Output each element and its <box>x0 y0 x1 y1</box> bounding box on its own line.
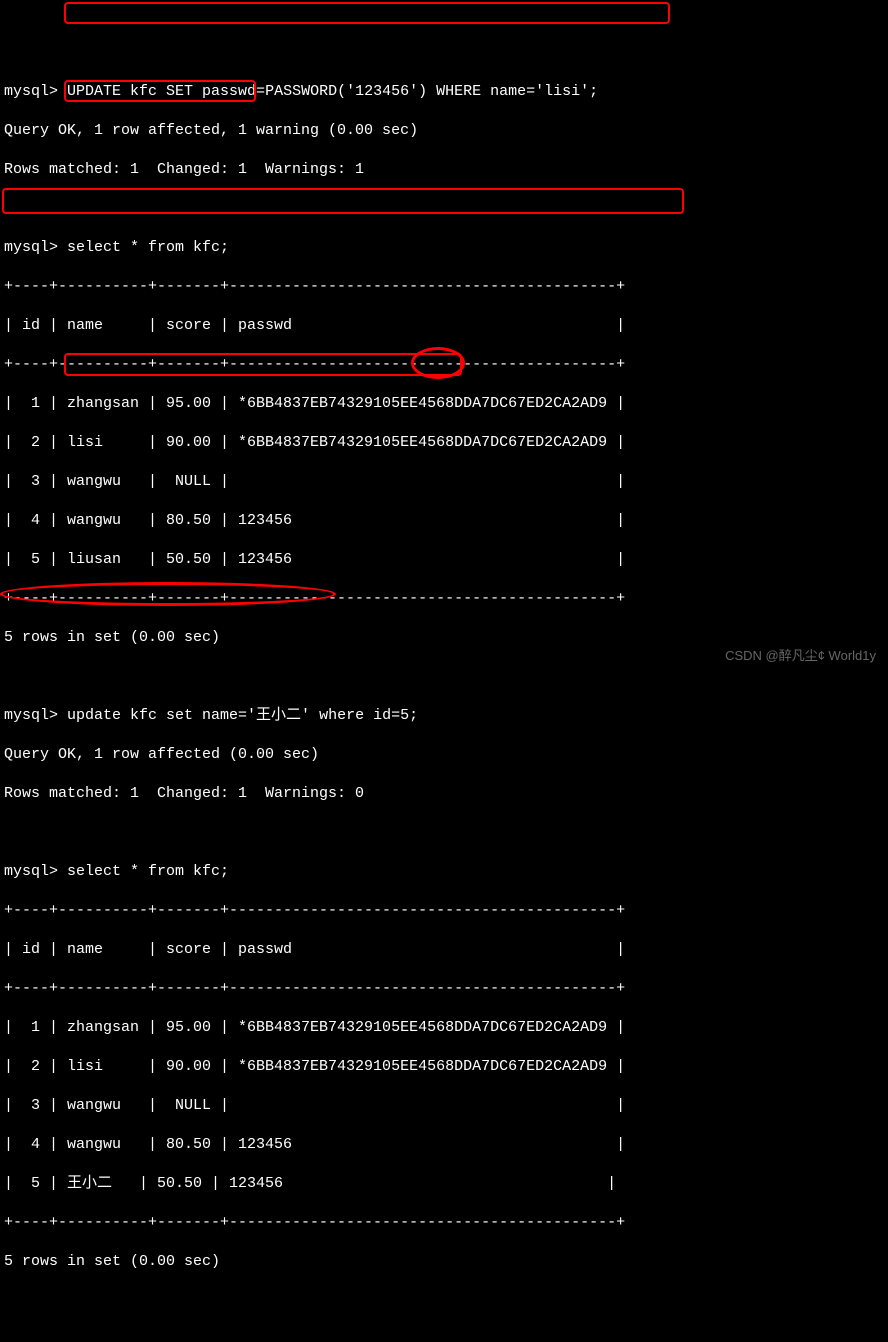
cmd-line-1[interactable]: mysql> UPDATE kfc SET passwd=PASSWORD('1… <box>4 82 884 102</box>
table-row: | 4 | wangwu | 80.50 | 123456 | <box>4 1135 884 1155</box>
table-row: | 3 | wangwu | NULL | | <box>4 1096 884 1116</box>
cmd-line-3[interactable]: mysql> update kfc set name='王小二' where i… <box>4 706 884 726</box>
table-border: +----+----------+-------+---------------… <box>4 589 884 609</box>
table-row: | 3 | wangwu | NULL | | <box>4 472 884 492</box>
blank <box>4 823 884 843</box>
table-border: +----+----------+-------+---------------… <box>4 355 884 375</box>
rows-count: 5 rows in set (0.00 sec) <box>4 628 884 648</box>
output-query-ok-1: Query OK, 1 row affected, 1 warning (0.0… <box>4 121 884 141</box>
table-header: | id | name | score | passwd | <box>4 940 884 960</box>
table-row: | 2 | lisi | 90.00 | *6BB4837EB74329105E… <box>4 1057 884 1077</box>
watermark-text: CSDN @醉凡尘¢ World1y <box>725 648 876 665</box>
blank <box>4 667 884 687</box>
table-row: | 1 | zhangsan | 95.00 | *6BB4837EB74329… <box>4 1018 884 1038</box>
output-rows-matched-2: Rows matched: 1 Changed: 1 Warnings: 0 <box>4 784 884 804</box>
blank <box>4 199 884 219</box>
table-header: | id | name | score | passwd | <box>4 316 884 336</box>
table-row: | 4 | wangwu | 80.50 | 123456 | <box>4 511 884 531</box>
table-border: +----+----------+-------+---------------… <box>4 979 884 999</box>
table-row: | 5 | liusan | 50.50 | 123456 | <box>4 550 884 570</box>
table-border: +----+----------+-------+---------------… <box>4 901 884 921</box>
cmd-line-4[interactable]: mysql> select * from kfc; <box>4 862 884 882</box>
table-border: +----+----------+-------+---------------… <box>4 1213 884 1233</box>
table-row: | 1 | zhangsan | 95.00 | *6BB4837EB74329… <box>4 394 884 414</box>
cmd-line-2[interactable]: mysql> select * from kfc; <box>4 238 884 258</box>
rows-count: 5 rows in set (0.00 sec) <box>4 1252 884 1272</box>
output-rows-matched-1: Rows matched: 1 Changed: 1 Warnings: 1 <box>4 160 884 180</box>
output-query-ok-2: Query OK, 1 row affected (0.00 sec) <box>4 745 884 765</box>
table-border: +----+----------+-------+---------------… <box>4 277 884 297</box>
table-row: | 2 | lisi | 90.00 | *6BB4837EB74329105E… <box>4 433 884 453</box>
table-row: | 5 | 王小二 | 50.50 | 123456 | <box>4 1174 884 1194</box>
highlight-cmd1 <box>64 2 670 24</box>
